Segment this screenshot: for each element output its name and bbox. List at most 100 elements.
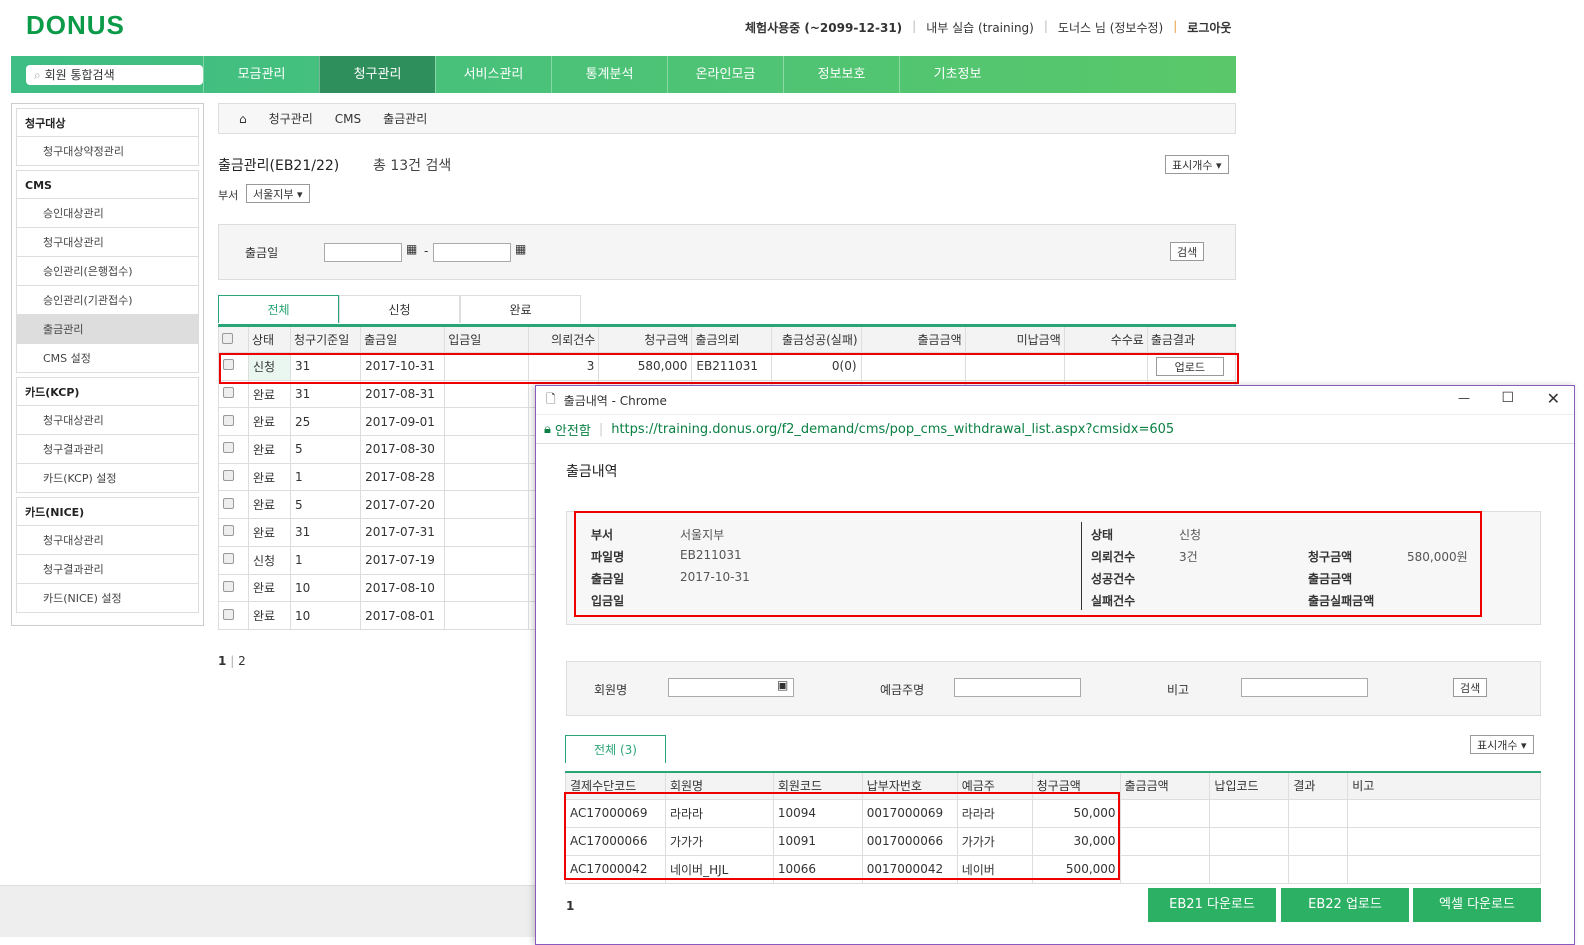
nav-item[interactable]: 통계분석 [551, 56, 667, 93]
nav-item[interactable]: 청구관리 [319, 56, 435, 93]
row-checkbox[interactable] [223, 497, 234, 509]
member-lookup-icon[interactable]: ▣ [777, 678, 788, 692]
sidebar-group[interactable]: 청구대상 [16, 108, 199, 137]
tab-completed[interactable]: 완료 [460, 295, 581, 323]
page-1[interactable]: 1 [218, 654, 226, 668]
popup-search-button[interactable]: 검색 [1453, 678, 1488, 697]
row-checkbox[interactable] [223, 387, 234, 399]
member-input[interactable] [668, 678, 794, 697]
start-date-input[interactable] [324, 243, 402, 262]
table-cell [1209, 798, 1290, 828]
nav-item[interactable]: 정보보호 [783, 56, 899, 93]
trial-link[interactable]: 체험사용중 (~2099-12-31) [745, 19, 902, 36]
breadcrumb-item[interactable]: 청구관리 [269, 110, 313, 127]
calendar-icon[interactable]: ▦ [406, 242, 417, 256]
tab-all[interactable]: 전체 [218, 295, 339, 323]
display-count-select[interactable]: 표시개수 ▾ [1165, 155, 1229, 174]
table-cell: 5 [290, 490, 362, 520]
table-cell [444, 601, 530, 630]
address-bar[interactable]: 🔒︎ 안전함 | https://training.donus.org/f2_d… [536, 415, 1574, 444]
training-link[interactable]: 내부 실습 (training) [926, 19, 1034, 36]
sidebar-group[interactable]: 카드(NICE) [16, 497, 199, 526]
url-text[interactable]: https://training.donus.org/f2_demand/cms… [611, 422, 1174, 437]
sidebar-item[interactable]: 승인관리(기관접수) [16, 286, 199, 315]
note-input[interactable] [1241, 678, 1368, 697]
maximize-icon[interactable]: ☐ [1501, 390, 1514, 406]
eb21-download-button[interactable]: EB21 다운로드 [1148, 888, 1276, 922]
sidebar-item[interactable]: CMS 설정 [16, 344, 199, 373]
minimize-icon[interactable]: — [1458, 391, 1470, 405]
table-cell: 완료 [248, 490, 292, 520]
column-header: 납입코드 [1209, 771, 1290, 800]
nav-item[interactable]: 기초정보 [899, 56, 1015, 93]
column-header: 입금일 [444, 325, 530, 353]
column-header: 청구금액 [598, 325, 693, 353]
table-cell: 5 [290, 435, 362, 464]
sidebar-item[interactable]: 청구대상약정관리 [16, 137, 199, 166]
table-cell [1209, 826, 1290, 856]
nav-item[interactable]: 온라인모금 [667, 56, 783, 93]
table-cell: 2017-08-30 [360, 435, 446, 464]
date-separator: - [424, 244, 429, 258]
row-checkbox[interactable] [223, 442, 234, 454]
breadcrumb-item[interactable]: CMS [335, 112, 361, 126]
sidebar-item[interactable]: 승인대상관리 [16, 199, 199, 228]
logout-link[interactable]: 로그아웃 [1187, 19, 1231, 36]
table-cell: 2017-08-01 [360, 601, 446, 630]
profile-link[interactable]: 도너스 님 (정보수정) [1058, 19, 1163, 36]
row-checkbox[interactable] [223, 580, 234, 592]
home-icon[interactable]: ⌂ [239, 112, 247, 126]
row-checkbox[interactable] [223, 608, 234, 620]
logo[interactable]: DONUS [26, 10, 125, 41]
table-cell: 10 [290, 573, 362, 603]
tab-all[interactable]: 전체 (3) [565, 735, 666, 763]
row-checkbox[interactable] [223, 470, 234, 482]
sidebar-item[interactable]: 승인관리(은행접수) [16, 257, 199, 286]
end-date-input[interactable] [433, 243, 511, 262]
table-cell: 완료 [248, 518, 292, 547]
breadcrumb-item[interactable]: 출금관리 [383, 110, 427, 127]
result-count: 총 13건 검색 [373, 158, 452, 174]
sidebar-item[interactable]: 청구대상관리 [16, 228, 199, 257]
nav-item[interactable]: 모금관리 [203, 56, 319, 93]
nav-item[interactable]: 서비스관리 [435, 56, 551, 93]
search-button[interactable]: 검색 [1170, 242, 1205, 261]
sidebar-item[interactable]: 청구대상관리 [16, 406, 199, 435]
sidebar-item[interactable]: 청구결과관리 [16, 555, 199, 584]
column-header: 상태 [248, 325, 292, 353]
row-checkbox[interactable] [223, 525, 234, 537]
eb22-upload-button[interactable]: EB22 업로드 [1281, 888, 1409, 922]
table-cell: 완료 [248, 379, 292, 409]
highlight-box [564, 792, 1120, 880]
tab-requested[interactable]: 신청 [339, 295, 460, 323]
member-search-input[interactable]: ⌕ 회원 통합검색 [26, 64, 203, 85]
main-nav: ⌕ 회원 통합검색 모금관리 청구관리 서비스관리 통계분석 온라인모금 정보보… [11, 56, 1236, 93]
close-icon[interactable]: ✕ [1547, 389, 1560, 408]
popup-display-count-select[interactable]: 표시개수 ▾ [1470, 735, 1534, 754]
sidebar-group[interactable]: 카드(KCP) [16, 377, 199, 406]
table-cell: 완료 [248, 573, 292, 603]
sidebar-item[interactable]: 카드(NICE) 설정 [16, 584, 199, 613]
sidebar-item[interactable]: 청구대상관리 [16, 526, 199, 555]
holder-input[interactable] [954, 678, 1081, 697]
column-header: 출금결과 [1146, 325, 1237, 353]
popup-titlebar: 🗋 출금내역 - Chrome — ☐ ✕ [536, 386, 1574, 415]
table-cell: 2017-07-20 [360, 490, 446, 520]
excel-download-button[interactable]: 엑셀 다운로드 [1413, 888, 1541, 922]
document-icon: 🗋 [546, 391, 556, 406]
page-2[interactable]: 2 [238, 654, 246, 668]
sidebar-group[interactable]: CMS [16, 170, 199, 199]
dept-select[interactable]: 서울지부 ▾ [246, 184, 310, 203]
sidebar-item[interactable]: 카드(KCP) 설정 [16, 464, 199, 493]
sidebar-item[interactable]: 청구결과관리 [16, 435, 199, 464]
table-cell: 2017-08-31 [360, 379, 446, 409]
table-cell [1288, 854, 1349, 884]
row-checkbox[interactable] [223, 553, 234, 565]
sidebar-item[interactable]: 출금관리 [16, 315, 199, 344]
column-header: 결과 [1288, 771, 1349, 800]
row-checkbox[interactable] [223, 414, 234, 426]
calendar-icon[interactable]: ▦ [515, 242, 526, 256]
popup-page[interactable]: 1 [566, 899, 574, 913]
select-all-checkbox[interactable] [222, 332, 233, 344]
popup-heading: 출금내역 [566, 464, 618, 480]
